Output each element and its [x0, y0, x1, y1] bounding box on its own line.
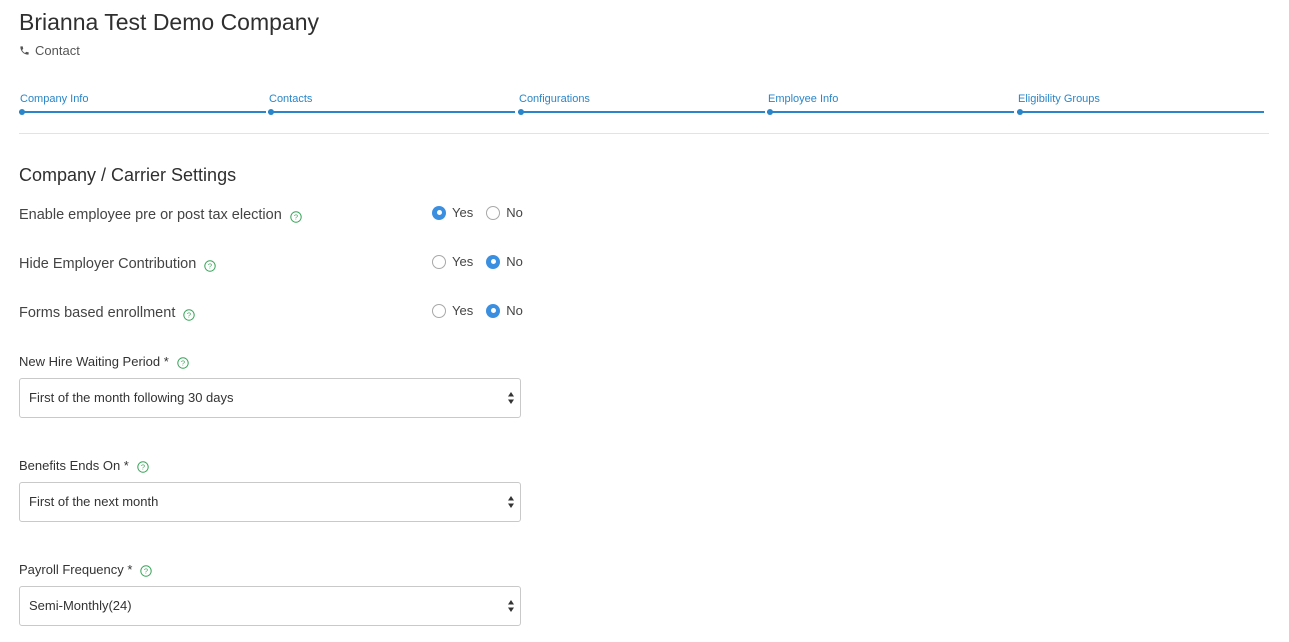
svg-text:?: ?	[187, 310, 191, 319]
radio-button-checked[interactable]	[432, 205, 446, 220]
svg-text:?: ?	[294, 212, 298, 221]
svg-text:?: ?	[144, 566, 148, 575]
payroll-frequency-select[interactable]: Semi-Monthly(24)	[19, 586, 521, 626]
help-icon[interactable]: ?	[177, 356, 189, 369]
radio-yes[interactable]: Yes	[432, 205, 473, 220]
step-dot	[19, 109, 25, 115]
step-line	[268, 111, 515, 113]
radio-button[interactable]	[432, 254, 446, 269]
header-divider	[19, 133, 1269, 134]
radio-label: No	[506, 303, 523, 318]
field-label-new-hire-waiting-period: New Hire Waiting Period * ?	[19, 354, 189, 369]
setting-label: Forms based enrollment	[19, 305, 176, 321]
field-label-payroll-frequency: Payroll Frequency * ?	[19, 562, 153, 577]
svg-text:?: ?	[181, 358, 185, 367]
step-label: Company Info	[20, 93, 89, 105]
step-configurations[interactable]: Configurations	[518, 92, 767, 118]
radio-no[interactable]: No	[486, 254, 523, 269]
svg-text:?: ?	[141, 462, 145, 471]
svg-text:?: ?	[208, 261, 212, 270]
step-dot	[268, 109, 274, 115]
select-arrows-icon	[507, 495, 515, 509]
radio-group: Yes No	[432, 303, 536, 318]
step-employee-info[interactable]: Employee Info	[767, 92, 1016, 118]
step-line	[767, 111, 1014, 113]
step-label: Eligibility Groups	[1018, 93, 1100, 105]
radio-yes[interactable]: Yes	[432, 254, 473, 269]
step-contacts[interactable]: Contacts	[268, 92, 517, 118]
radio-label: Yes	[452, 303, 474, 318]
step-dot	[767, 109, 773, 115]
new-hire-waiting-period-select[interactable]: First of the month following 30 days	[19, 378, 521, 418]
step-label: Configurations	[519, 93, 590, 105]
radio-button-checked[interactable]	[486, 254, 501, 269]
field-label-text: Benefits Ends On *	[19, 458, 129, 473]
setting-pre-post-tax: Enable employee pre or post tax election…	[19, 205, 579, 229]
help-icon[interactable]: ?	[137, 460, 149, 473]
help-icon[interactable]: ?	[204, 259, 217, 272]
step-label: Employee Info	[768, 93, 839, 105]
progress-stepper: Company Info Contacts Configurations Emp…	[19, 92, 1265, 118]
step-line	[19, 111, 266, 113]
select-value: Semi-Monthly(24)	[29, 598, 132, 613]
step-company-info[interactable]: Company Info	[19, 92, 268, 118]
step-line	[518, 111, 765, 113]
radio-button-checked[interactable]	[486, 303, 501, 318]
setting-label: Enable employee pre or post tax election	[19, 207, 282, 223]
step-line	[1017, 111, 1264, 113]
help-icon[interactable]: ?	[183, 308, 196, 321]
step-dot	[518, 109, 524, 115]
radio-yes[interactable]: Yes	[432, 303, 473, 318]
phone-icon	[19, 45, 31, 57]
help-icon[interactable]: ?	[290, 210, 302, 223]
radio-label: No	[506, 254, 523, 269]
setting-hide-employer-contribution: Hide Employer Contribution ? Yes No	[19, 254, 579, 278]
radio-label: No	[506, 205, 523, 220]
radio-group: Yes No	[432, 205, 536, 220]
help-icon[interactable]: ?	[140, 564, 153, 577]
contact-link[interactable]: Contact	[19, 43, 80, 58]
setting-forms-based-enrollment: Forms based enrollment ? Yes No	[19, 303, 579, 327]
select-arrows-icon	[507, 599, 515, 613]
radio-label: Yes	[452, 205, 474, 220]
select-value: First of the month following 30 days	[29, 390, 234, 405]
company-title: Brianna Test Demo Company	[19, 9, 319, 35]
contact-label: Contact	[35, 43, 80, 58]
step-eligibility-groups[interactable]: Eligibility Groups	[1017, 92, 1266, 118]
radio-button[interactable]	[432, 303, 446, 318]
benefits-ends-on-select[interactable]: First of the next month	[19, 482, 521, 522]
radio-label: Yes	[452, 254, 474, 269]
section-title: Company / Carrier Settings	[19, 165, 237, 185]
select-arrows-icon	[507, 391, 515, 405]
field-label-benefits-ends-on: Benefits Ends On * ?	[19, 458, 149, 473]
select-value: First of the next month	[29, 494, 159, 509]
radio-button[interactable]	[486, 205, 501, 220]
step-label: Contacts	[269, 93, 313, 105]
step-dot	[1017, 109, 1023, 115]
field-label-text: New Hire Waiting Period *	[19, 354, 169, 369]
setting-label: Hide Employer Contribution	[19, 256, 197, 272]
radio-group: Yes No	[432, 254, 536, 269]
radio-no[interactable]: No	[486, 303, 523, 318]
radio-no[interactable]: No	[486, 205, 523, 220]
field-label-text: Payroll Frequency *	[19, 562, 133, 577]
